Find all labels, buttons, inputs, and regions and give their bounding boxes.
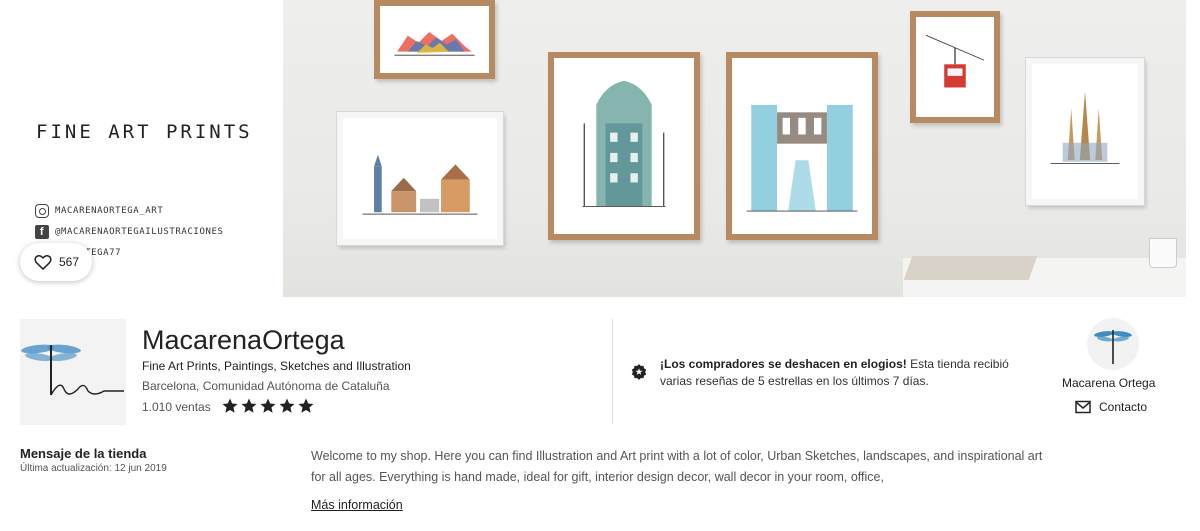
framed-print: [910, 11, 1000, 123]
mug: [1149, 238, 1177, 268]
framed-print: [726, 52, 878, 240]
framed-print: [1025, 57, 1145, 206]
framed-print: [548, 52, 700, 240]
shop-sales-count[interactable]: 1.010 ventas: [142, 400, 211, 414]
contact-button[interactable]: Contacto: [1075, 400, 1147, 414]
banner-title: FINE ART PRINTS: [36, 121, 253, 143]
social-facebook: f @MACARENAORTEGAILUSTRACIONES: [35, 225, 224, 239]
contact-label: Contacto: [1099, 400, 1148, 414]
market-sketch: [394, 32, 475, 56]
social-handle: MACARENAORTEGA_ART: [55, 206, 164, 216]
praise-message: ¡Los compradores se deshacen en elogios!…: [660, 356, 1030, 390]
star-icon: [279, 398, 295, 413]
shop-message-updated: Última actualización: 12 jun 2019: [20, 463, 167, 474]
star-badge-icon: [631, 364, 647, 380]
shop-location: Barcelona, Comunidad Autónoma de Cataluñ…: [142, 379, 390, 393]
envelope-icon: [1075, 400, 1091, 414]
sagrada-familia-sketch: [1050, 91, 1120, 164]
shop-name: MacarenaOrtega: [142, 325, 345, 355]
owner-name[interactable]: Macarena Ortega: [1062, 376, 1155, 390]
cloth: [903, 256, 1038, 280]
praise-headline: ¡Los compradores se deshacen en elogios!: [660, 357, 907, 371]
banner-photo: [283, 0, 1186, 297]
shop-tagline: Fine Art Prints, Paintings, Sketches and…: [142, 359, 411, 373]
cable-car-sketch: [926, 34, 984, 88]
star-icon: [241, 398, 257, 413]
shop-message-title: Mensaje de la tienda: [20, 446, 147, 461]
star-icon: [222, 398, 238, 413]
more-info-link[interactable]: Más información: [311, 498, 403, 512]
heart-icon: [34, 255, 52, 270]
framed-print: [374, 0, 495, 79]
social-instagram: MACARENAORTEGA_ART: [35, 204, 163, 218]
instagram-icon: [35, 204, 49, 218]
shop-rating-stars[interactable]: [221, 397, 315, 415]
dragonfly-logo: [21, 344, 124, 396]
shop-message-body: Welcome to my shop. Here you can find Il…: [311, 449, 1043, 484]
favorite-count: 567: [59, 255, 80, 269]
facebook-icon: f: [35, 225, 49, 239]
shop-logo[interactable]: [20, 319, 126, 425]
social-handle: @MACARENAORTEGAILUSTRACIONES: [55, 227, 224, 237]
dragonfly-avatar-icon: [1094, 330, 1132, 364]
shop-banner: FINE ART PRINTS MACARENAORTEGA_ART f @MA…: [0, 0, 1186, 297]
star-icon: [260, 398, 276, 413]
casa-batllo-sketch: [582, 80, 666, 207]
framed-print: [336, 111, 504, 246]
favorite-shop-button[interactable]: 567: [20, 243, 92, 281]
park-guell-sketch: [362, 154, 478, 215]
star-icon: [298, 398, 314, 413]
divider: [612, 319, 613, 424]
gothic-bridge-sketch: [746, 104, 858, 212]
owner-avatar[interactable]: [1087, 318, 1139, 370]
